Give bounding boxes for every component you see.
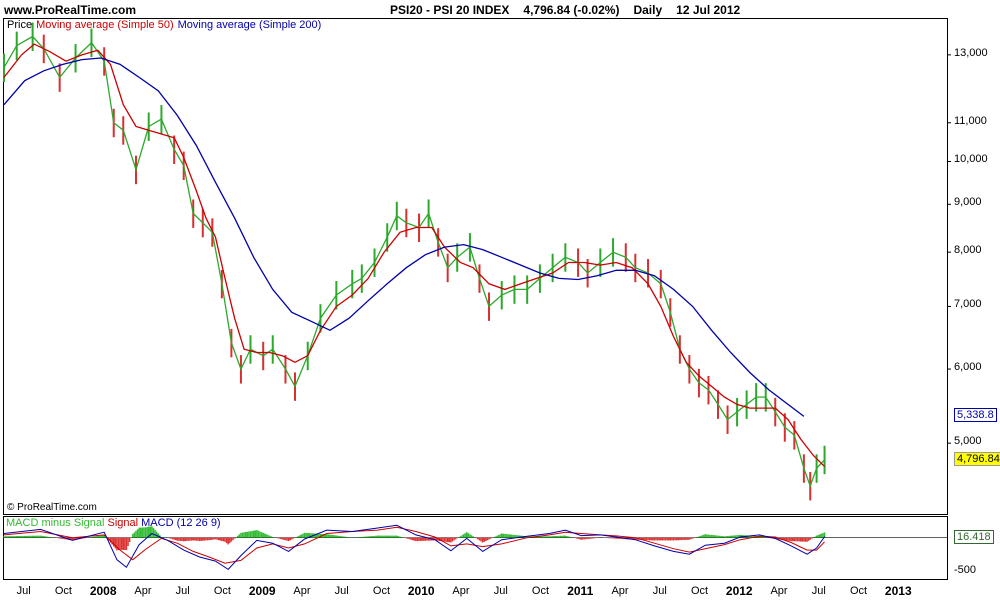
x-tick-label: Oct xyxy=(690,585,709,597)
legend-ma50: Moving average (Simple 50) xyxy=(36,19,174,31)
legend-ma200: Moving average (Simple 200) xyxy=(177,19,322,31)
last-price-tag: 4,796.84 xyxy=(954,451,1000,466)
x-tick-label: Apr xyxy=(611,585,629,597)
x-tick-label: 2008 xyxy=(89,584,117,598)
x-tick-label: Jul xyxy=(811,585,826,597)
y-tick-label: 9,000 xyxy=(954,196,982,209)
site-title[interactable]: www.ProRealTime.com xyxy=(4,3,136,17)
x-tick-label: Jul xyxy=(334,585,349,597)
x-tick-label: Jul xyxy=(652,585,667,597)
copyright: © ProRealTime.com xyxy=(7,502,97,513)
y-tick-label: 8,000 xyxy=(954,244,982,257)
legend-price: Price xyxy=(7,19,33,31)
instrument-name: PSI20 - PSI 20 INDEX xyxy=(390,3,510,17)
x-tick-label: Apr xyxy=(770,585,788,597)
price-legend: Price Moving average (Simple 50) Moving av… xyxy=(7,19,325,31)
y-tick-label: 11,000 xyxy=(954,114,987,127)
x-tick-label: Jul xyxy=(493,585,508,597)
x-tick-label: Oct xyxy=(372,585,391,597)
price-panel[interactable]: Price Moving average (Simple 50) Moving av… xyxy=(3,18,951,515)
macd-value-tag: 16.418 xyxy=(954,529,994,544)
x-tick-label: 2011 xyxy=(567,584,594,598)
period-label: Daily xyxy=(633,3,663,17)
y-tick-label: 10,000 xyxy=(954,153,988,166)
ma200-value-tag: 5,338.8 xyxy=(954,408,997,423)
x-tick-label: Oct xyxy=(849,585,868,597)
y-tick-label: 13,000 xyxy=(954,46,988,59)
macd-legend: MACD minus Signal Signal MACD (12 26 9) xyxy=(6,517,221,529)
x-tick-label: Apr xyxy=(452,585,470,597)
price-chart[interactable] xyxy=(3,19,951,514)
macd-panel[interactable]: MACD minus Signal Signal MACD (12 26 9) xyxy=(3,516,948,580)
ma200-line xyxy=(3,57,805,417)
legend-macd: MACD (12 26 9) xyxy=(141,517,221,529)
x-tick-label: Oct xyxy=(54,585,72,597)
x-tick-label: Oct xyxy=(531,585,550,597)
quote-value: 4,796.84 (-0.02%) xyxy=(523,3,620,17)
ma50-line xyxy=(3,43,826,468)
date-label: 12 Jul 2012 xyxy=(676,3,741,17)
x-tick-label: Apr xyxy=(293,585,311,597)
y-tick-label: 5,000 xyxy=(954,435,982,448)
chart-header: PSI20 - PSI 20 INDEX 4,796.84 (-0.02%) Dai… xyxy=(390,3,754,17)
y-tick-label: 6,000 xyxy=(954,361,982,374)
x-tick-label: Apr xyxy=(134,585,152,597)
price-line xyxy=(3,35,826,488)
x-tick-label: Oct xyxy=(213,585,231,597)
x-tick-label: 2013 xyxy=(884,584,912,598)
x-tick-label: 2010 xyxy=(407,584,435,598)
macd-y-tick: -500 xyxy=(954,564,977,577)
x-tick-label: Jul xyxy=(16,585,31,597)
legend-signal: Signal xyxy=(107,517,139,529)
x-tick-label: 2009 xyxy=(248,584,276,598)
legend-macd-hist: MACD minus Signal xyxy=(6,517,105,529)
y-tick-label: 7,000 xyxy=(954,298,982,311)
x-tick-label: Jul xyxy=(175,585,190,597)
x-tick-label: 2012 xyxy=(725,584,753,598)
